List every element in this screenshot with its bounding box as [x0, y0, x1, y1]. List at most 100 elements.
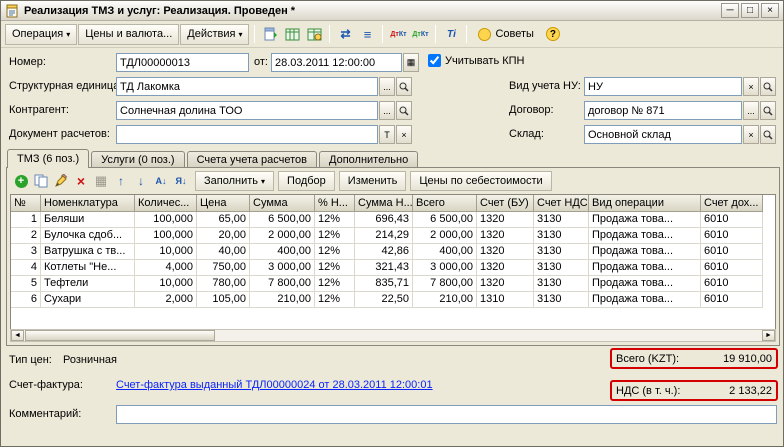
cell[interactable]: 6010 [701, 228, 763, 244]
tab-services[interactable]: Услуги (0 поз.) [91, 151, 184, 168]
cell[interactable]: 3 000,00 [250, 260, 315, 276]
clear-icon[interactable]: × [743, 77, 759, 96]
cell[interactable]: 3130 [534, 260, 589, 276]
column-header[interactable]: Количес... [135, 195, 197, 212]
clear-icon[interactable]: × [743, 125, 759, 144]
move-down-button[interactable]: ↓ [131, 171, 151, 191]
advice-button[interactable]: Советы [471, 24, 540, 45]
cell[interactable]: 10,000 [135, 244, 197, 260]
cell[interactable]: 6010 [701, 260, 763, 276]
cell[interactable]: 12% [315, 228, 355, 244]
cell[interactable]: 2 [11, 228, 41, 244]
cell[interactable]: 105,00 [197, 292, 250, 308]
contract-input[interactable] [584, 101, 742, 120]
cell[interactable]: Продажа това... [589, 244, 701, 260]
accounting-postings-button[interactable]: ДтКт [387, 24, 409, 45]
cell[interactable]: 3130 [534, 276, 589, 292]
column-header[interactable]: Сумма Н... [355, 195, 413, 212]
cell[interactable]: 1 [11, 212, 41, 228]
cell[interactable]: 214,29 [355, 228, 413, 244]
close-button[interactable]: × [761, 3, 779, 18]
table-row[interactable]: 1Беляши100,00065,006 500,0012%696,436 50… [11, 212, 775, 228]
cell[interactable]: 40,00 [197, 244, 250, 260]
move-up-button[interactable]: ↑ [111, 171, 131, 191]
cell[interactable]: 2 000,00 [413, 228, 477, 244]
table-row[interactable]: 5Тефтели10,000780,007 800,0012%835,717 8… [11, 276, 775, 292]
table-row[interactable]: 3Ватрушка с тв...10,00040,00400,0012%42,… [11, 244, 775, 260]
column-header[interactable]: Номенклатура [41, 195, 135, 212]
maximize-button[interactable]: □ [741, 3, 759, 18]
pick-button[interactable]: Подбор [278, 171, 335, 191]
cell[interactable]: Сухари [41, 292, 135, 308]
type-select-icon[interactable]: Т [379, 125, 395, 144]
table-row[interactable]: 2Булочка сдоб...100,00020,002 000,0012%2… [11, 228, 775, 244]
warehouse-input[interactable] [584, 125, 742, 144]
cell[interactable]: 42,86 [355, 244, 413, 260]
cell[interactable]: 1320 [477, 212, 534, 228]
date-input[interactable] [271, 53, 402, 72]
cell[interactable]: 12% [315, 292, 355, 308]
column-header[interactable]: Счет НДС [534, 195, 589, 212]
cell[interactable]: 6010 [701, 244, 763, 260]
fill-button[interactable]: Заполнить ▾ [195, 171, 274, 191]
cell[interactable]: Беляши [41, 212, 135, 228]
cell[interactable]: 22,50 [355, 292, 413, 308]
cell[interactable]: 780,00 [197, 276, 250, 292]
cell[interactable]: 3130 [534, 292, 589, 308]
delete-row-button[interactable]: × [71, 171, 91, 191]
register-report-button[interactable] [303, 24, 325, 45]
cell[interactable]: 1320 [477, 228, 534, 244]
register-records-button[interactable] [281, 24, 303, 45]
cell[interactable]: 12% [315, 212, 355, 228]
typical-operations-button[interactable]: Тi [440, 24, 462, 45]
cell[interactable]: 4,000 [135, 260, 197, 276]
add-row-button[interactable]: + [11, 171, 31, 191]
cell[interactable]: Булочка сдоб... [41, 228, 135, 244]
prices-currency-button[interactable]: Цены и валюта... [78, 24, 179, 45]
magnifier-icon[interactable] [396, 101, 412, 120]
cell[interactable]: Котлеты "Не... [41, 260, 135, 276]
cell[interactable]: 20,00 [197, 228, 250, 244]
cell[interactable]: Тефтели [41, 276, 135, 292]
change-button[interactable]: Изменить [339, 171, 407, 191]
cell[interactable]: 6010 [701, 212, 763, 228]
scrollbar-thumb[interactable] [25, 330, 215, 341]
cell[interactable]: 12% [315, 244, 355, 260]
horizontal-scrollbar[interactable]: ◄ ► [10, 329, 776, 342]
cell[interactable]: 3130 [534, 228, 589, 244]
cell[interactable]: 6 500,00 [250, 212, 315, 228]
cell[interactable]: 400,00 [250, 244, 315, 260]
copy-row-button[interactable] [31, 171, 51, 191]
document-movements-button[interactable]: ⇄ [334, 24, 356, 45]
magnifier-icon[interactable] [396, 77, 412, 96]
column-header[interactable]: Всего [413, 195, 477, 212]
cell[interactable]: 6010 [701, 292, 763, 308]
enter-on-basis-button[interactable] [259, 24, 281, 45]
actions-menu-button[interactable]: Действия ▾ [180, 24, 249, 45]
unit-input[interactable] [116, 77, 378, 96]
cell[interactable]: 2 000,00 [250, 228, 315, 244]
column-header[interactable]: № [11, 195, 41, 212]
cell[interactable]: 3130 [534, 244, 589, 260]
cell[interactable]: 100,000 [135, 212, 197, 228]
cell[interactable]: 1310 [477, 292, 534, 308]
table-settings-button[interactable]: ▦ [91, 171, 111, 191]
cell[interactable]: 10,000 [135, 276, 197, 292]
cell[interactable]: 1320 [477, 260, 534, 276]
cell[interactable]: 3 [11, 244, 41, 260]
cell[interactable]: 2,000 [135, 292, 197, 308]
invoice-link[interactable]: Счет-фактура выданный ТДЛ00000024 от 28.… [116, 379, 433, 391]
cell[interactable]: 696,43 [355, 212, 413, 228]
cell[interactable]: Продажа това... [589, 260, 701, 276]
operation-menu-button[interactable]: Операция ▾ [5, 24, 77, 45]
cell[interactable]: 7 800,00 [250, 276, 315, 292]
edit-row-button[interactable] [51, 171, 71, 191]
cell[interactable]: 400,00 [413, 244, 477, 260]
ellipsis-icon[interactable]: ... [379, 101, 395, 120]
tab-settlement-accounts[interactable]: Счета учета расчетов [187, 151, 317, 168]
comment-input[interactable] [116, 405, 777, 424]
cell[interactable]: 6010 [701, 276, 763, 292]
tab-tmz[interactable]: ТМЗ (6 поз.) [7, 149, 89, 168]
related-documents-button[interactable]: ≡ [356, 24, 378, 45]
ellipsis-icon[interactable]: ... [743, 101, 759, 120]
